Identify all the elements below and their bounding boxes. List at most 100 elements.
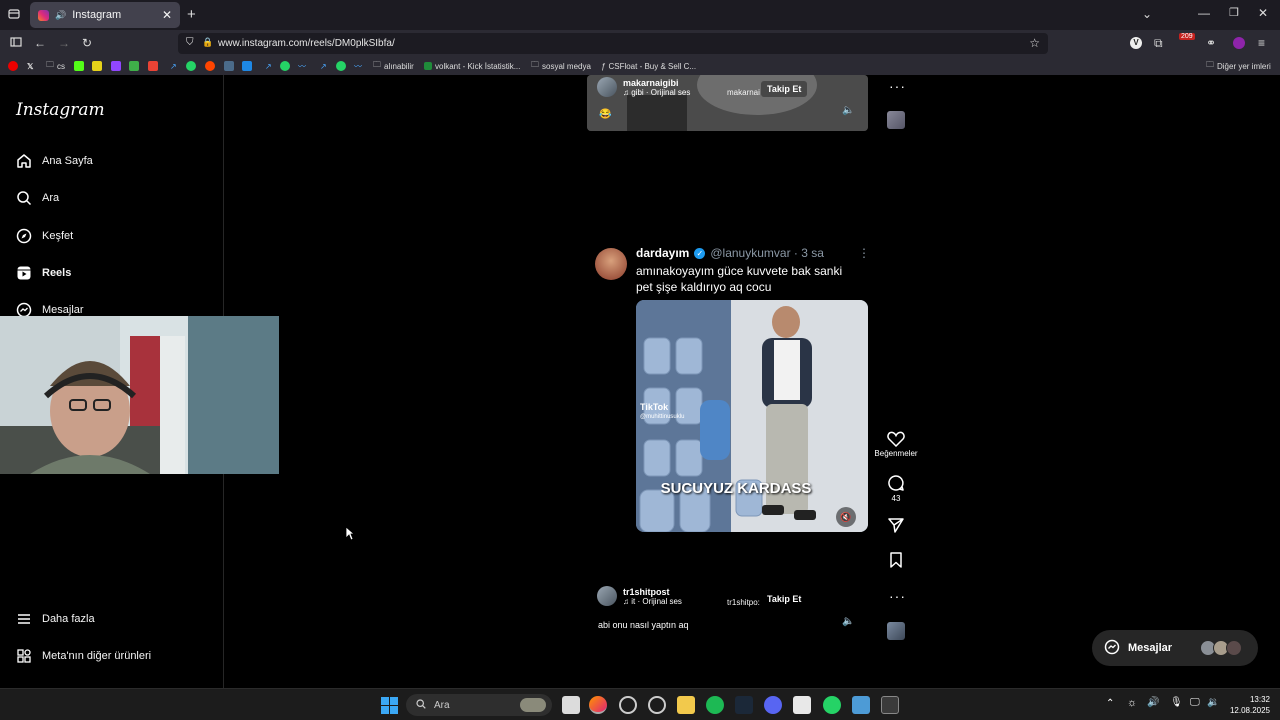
download-bookmark-icon[interactable] bbox=[129, 60, 139, 72]
wave2-bookmark-icon[interactable]: 〰 bbox=[354, 60, 362, 72]
wave-bookmark-icon[interactable]: 〰 bbox=[298, 60, 306, 72]
shield-icon[interactable]: ⛉ bbox=[186, 37, 194, 48]
sidebar-item-more[interactable]: Daha fazla bbox=[16, 608, 95, 630]
forward-icon[interactable]: → bbox=[58, 36, 70, 50]
microphone-icon[interactable]: 🎙 bbox=[1170, 697, 1183, 708]
reel-bottom-video[interactable]: tr1shitpost ♫ it · Orijinal ses tr1shitp… bbox=[587, 578, 868, 636]
mute-icon[interactable]: 🔇 bbox=[836, 507, 856, 527]
share-button[interactable] bbox=[874, 516, 918, 536]
url-bar[interactable]: ⛉ 🔒 www.instagram.com/reels/DM0plkSIbfa/… bbox=[178, 33, 1048, 54]
discord-taskbar-icon[interactable] bbox=[764, 696, 782, 714]
messages-float-button[interactable]: Mesajlar bbox=[1092, 630, 1258, 666]
whatsapp-taskbar-icon[interactable] bbox=[823, 696, 841, 714]
whatsapp2-bookmark-icon[interactable] bbox=[280, 60, 290, 72]
new-tab-icon[interactable]: + bbox=[187, 6, 196, 23]
vpn-icon[interactable]: ⚭ bbox=[1206, 36, 1216, 50]
x-bookmark-icon[interactable]: 𝕏 bbox=[27, 60, 33, 72]
layers-bookmark-icon[interactable] bbox=[242, 60, 252, 72]
link3-bookmark-icon[interactable]: ↗ bbox=[320, 60, 327, 72]
windows-start-icon[interactable] bbox=[381, 697, 398, 719]
instagram-logo[interactable]: Instagram bbox=[16, 100, 105, 120]
reel-username[interactable]: makarnaigibi bbox=[623, 78, 690, 88]
extension-v-icon[interactable]: V bbox=[1130, 37, 1142, 49]
maximize-icon[interactable]: ❐ bbox=[1229, 6, 1239, 19]
extensions-puzzle-icon[interactable]: ⧉ bbox=[1154, 36, 1163, 51]
task-view-icon[interactable] bbox=[562, 696, 580, 714]
follow-button[interactable]: Takip Et bbox=[761, 81, 808, 97]
sidebar-item-reels[interactable]: Reels bbox=[16, 262, 71, 284]
sidebar-toggle-icon[interactable] bbox=[10, 36, 22, 51]
whatsapp3-bookmark-icon[interactable] bbox=[336, 60, 346, 72]
sidebar-item-meta[interactable]: Meta'nın diğer ürünleri bbox=[16, 645, 151, 667]
notification-badge[interactable]: 209 bbox=[1179, 33, 1195, 40]
s-bookmark-icon[interactable] bbox=[92, 60, 102, 72]
network-icon[interactable]: 🖵 bbox=[1190, 697, 1200, 708]
bookmark-star-icon[interactable]: ☆ bbox=[1029, 36, 1040, 50]
obs-taskbar-icon[interactable] bbox=[619, 696, 637, 714]
more-options-icon[interactable]: ··· bbox=[889, 78, 906, 94]
reddit-bookmark-icon[interactable] bbox=[205, 60, 215, 72]
bookmark-other[interactable]: 🗀 Diğer yer imleri bbox=[1206, 60, 1271, 72]
browser-tab[interactable]: 🔊 Instagram ✕ bbox=[30, 2, 180, 28]
bookmark-csfloat[interactable]: ƒ CSFloat - Buy & Sell C... bbox=[601, 60, 696, 72]
sidebar-item-explore[interactable]: Keşfet bbox=[16, 225, 73, 247]
youtube-bookmark-icon[interactable] bbox=[8, 60, 18, 72]
sidebar-item-search[interactable]: Ara bbox=[16, 187, 59, 209]
snipping-tool-taskbar-icon[interactable] bbox=[881, 696, 899, 714]
gmail-bookmark-icon[interactable] bbox=[148, 60, 158, 72]
bookmark-sosyal-medya[interactable]: 🗀 sosyal medya bbox=[531, 60, 591, 72]
audio-thumbnail[interactable] bbox=[887, 111, 905, 129]
sidebar-item-home[interactable]: Ana Sayfa bbox=[16, 150, 93, 172]
spotify-taskbar-icon[interactable] bbox=[706, 696, 724, 714]
tweet-video: TikTok @muhittinusuklu SUCUYUZ KARDASS 🔇 bbox=[636, 300, 868, 532]
follow-button[interactable]: Takip Et bbox=[761, 591, 808, 607]
volume-tray-icon[interactable]: 🔉 bbox=[1207, 697, 1219, 708]
back-icon[interactable]: ← bbox=[34, 36, 46, 50]
minimize-icon[interactable]: — bbox=[1198, 6, 1210, 20]
reel-username[interactable]: tr1shitpost bbox=[623, 587, 682, 597]
kick-bookmark-icon[interactable] bbox=[74, 60, 84, 72]
lock-icon[interactable]: 🔒 bbox=[202, 37, 213, 48]
whatsapp-bookmark-icon[interactable] bbox=[186, 60, 196, 72]
save-button[interactable] bbox=[874, 551, 918, 571]
like-button[interactable]: Beğenmeler bbox=[874, 431, 918, 458]
brightness-icon[interactable]: ☼ bbox=[1127, 697, 1137, 709]
avatar[interactable] bbox=[597, 586, 617, 606]
store-taskbar-icon[interactable] bbox=[793, 696, 811, 714]
steam-bookmark-icon[interactable] bbox=[224, 60, 234, 72]
network-tool-taskbar-icon[interactable] bbox=[852, 696, 870, 714]
file-explorer-taskbar-icon[interactable] bbox=[677, 696, 695, 714]
close-window-icon[interactable]: ✕ bbox=[1258, 6, 1268, 20]
reload-icon[interactable]: ↻ bbox=[82, 36, 92, 50]
volume-icon[interactable]: 🔈 bbox=[842, 105, 854, 116]
speaker-icon[interactable]: 🔊 bbox=[1147, 697, 1159, 708]
clock-app-taskbar-icon[interactable] bbox=[648, 696, 666, 714]
twitch-bookmark-icon[interactable] bbox=[111, 60, 121, 72]
volume-icon[interactable]: 🔈 bbox=[842, 616, 854, 627]
tab-list-icon[interactable] bbox=[8, 8, 20, 23]
audio-thumbnail[interactable] bbox=[887, 622, 905, 640]
reel-audio[interactable]: it · Orijinal ses bbox=[631, 597, 682, 606]
reel-audio-tag: tr1shitpo: bbox=[727, 598, 760, 607]
steam-taskbar-icon[interactable] bbox=[735, 696, 753, 714]
reel-audio[interactable]: gibi · Orijinal ses bbox=[631, 88, 690, 97]
bookmark-volkant[interactable]: volkant - Kick İstatistik... bbox=[424, 60, 520, 72]
avatar[interactable] bbox=[597, 77, 617, 97]
link-bookmark-icon[interactable]: ↗ bbox=[170, 60, 177, 72]
taskbar-clock[interactable]: 13:32 12.08.2025 bbox=[1230, 694, 1270, 716]
bookmark-alinabilir[interactable]: 🗀 alınabilir bbox=[373, 60, 414, 72]
comment-button[interactable]: 43 bbox=[874, 474, 918, 503]
profile-avatar-icon[interactable] bbox=[1233, 37, 1245, 49]
more-options-icon[interactable]: ··· bbox=[889, 588, 906, 604]
close-tab-icon[interactable]: ✕ bbox=[162, 8, 172, 22]
reel-main-video[interactable]: dardayım ✓ @lanuykumvar · 3 sa ⋮ amınako… bbox=[587, 230, 868, 542]
tray-chevron-icon[interactable]: ⌃ bbox=[1106, 698, 1114, 709]
menu-icon[interactable]: ≡ bbox=[1258, 36, 1265, 50]
taskbar-search[interactable]: Ara bbox=[406, 694, 552, 716]
chevron-down-icon[interactable]: ⌄ bbox=[1142, 7, 1152, 21]
firefox-taskbar-icon[interactable] bbox=[589, 696, 607, 714]
link2-bookmark-icon[interactable]: ↗ bbox=[265, 60, 272, 72]
reel-top-video[interactable]: makarnaigibi ♫ gibi · Orijinal ses makar… bbox=[587, 75, 868, 131]
bookmark-cs[interactable]: 🗀 cs bbox=[46, 60, 65, 72]
tab-audio-icon[interactable]: 🔊 bbox=[55, 10, 66, 21]
